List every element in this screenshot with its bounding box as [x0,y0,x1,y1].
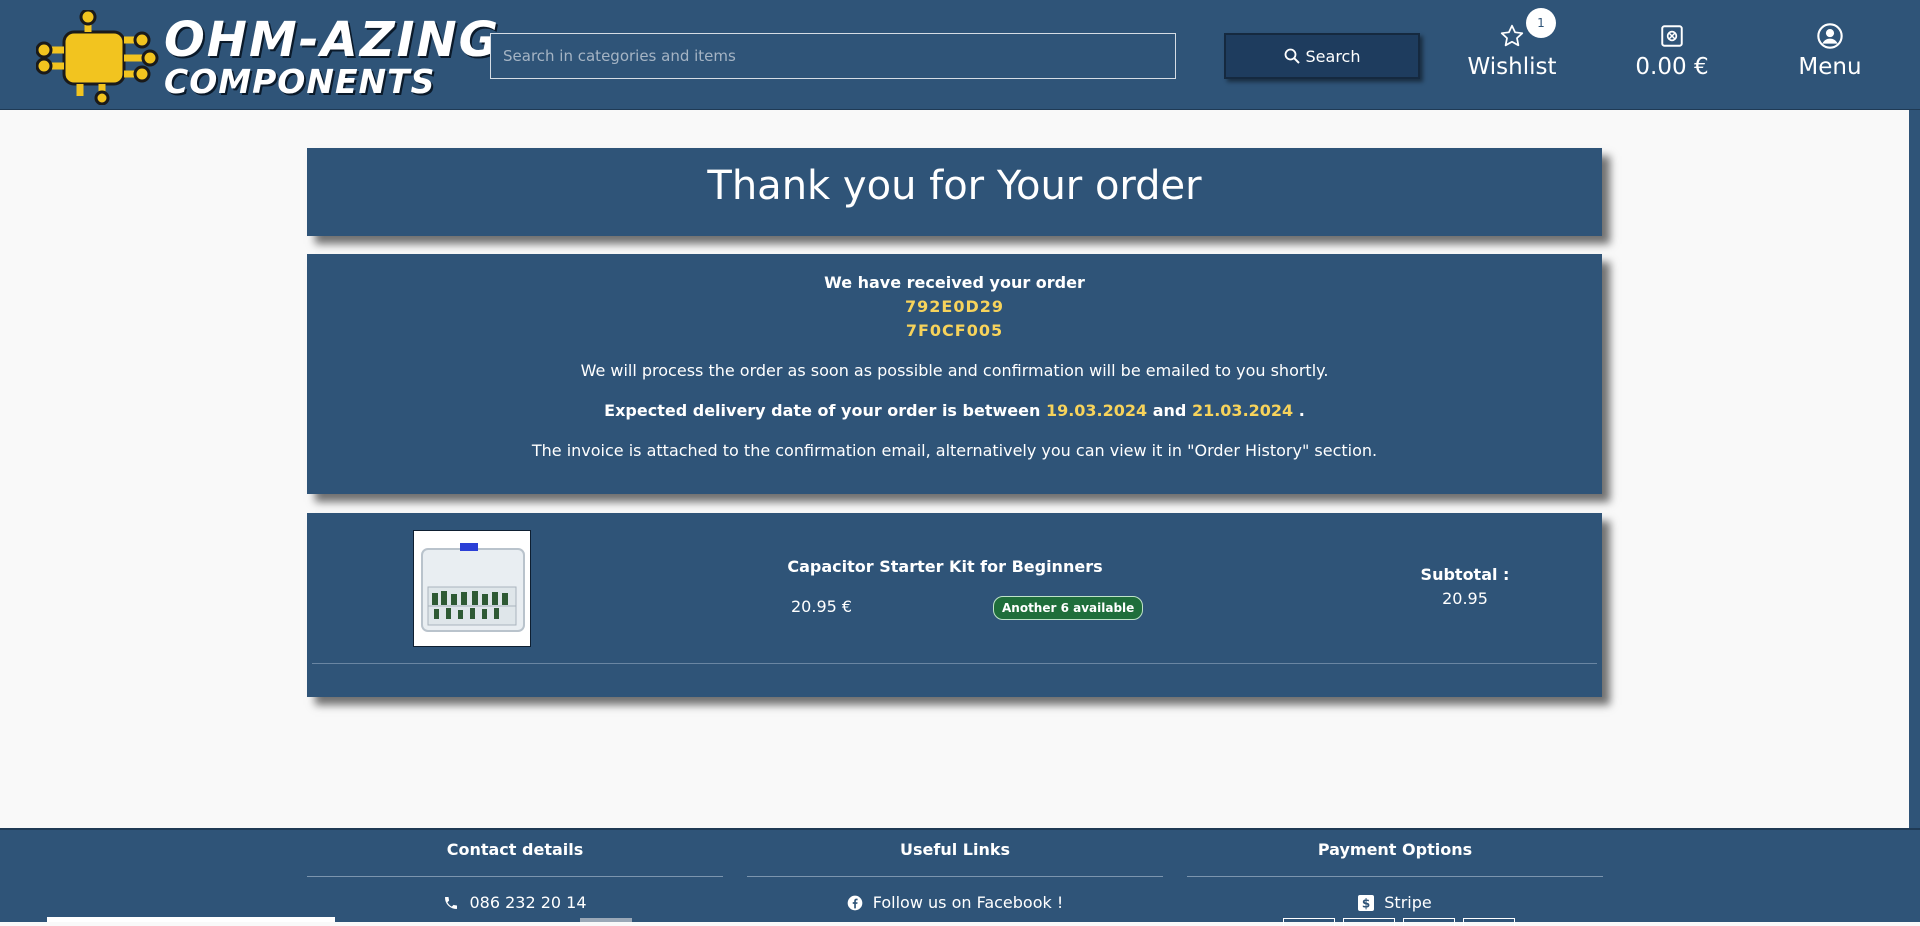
logo-text-line1: OHM-AZING [164,12,501,68]
delivery-suffix: . [1298,401,1305,420]
taskbar-fragment [580,918,632,922]
cart-total: 0.00 € [1635,54,1709,80]
footer-facebook-label: Follow us on Facebook ! [872,893,1064,912]
delivery-to-date: 21.03.2024 [1191,401,1294,420]
delivery-and: and [1152,401,1187,420]
footer-stripe-option[interactable]: $ Stripe [1187,893,1603,913]
subtotal-value: 20.95 [1442,589,1488,608]
card-icon [1283,918,1335,926]
stock-badge: Another 6 available [993,596,1144,620]
user-circle-icon [1817,23,1843,49]
site-header: OHM-AZING COMPONENTS Search 1 Wishlist [0,0,1920,110]
search-icon [1284,48,1300,64]
order-received-heading: We have received your order [824,273,1085,292]
footer-facebook-link[interactable]: Follow us on Facebook ! [747,893,1163,913]
wishlist-button[interactable]: 1 Wishlist [1462,8,1562,92]
taskbar-fragment [47,917,335,922]
footer-phone: 086 232 20 14 [469,893,587,912]
footer-divider [1187,876,1603,877]
cart-button[interactable]: 0.00 € [1622,20,1722,92]
cart-icon [1661,25,1683,47]
product-name[interactable]: Capacitor Starter Kit for Beginners [727,557,1163,576]
menu-button[interactable]: Menu [1790,20,1870,92]
subtotal-label: Subtotal : [1420,565,1510,584]
page-title: Thank you for Your order [707,163,1202,209]
product-image[interactable] [413,530,531,647]
footer-phone-link[interactable]: 086 232 20 14 [307,893,723,913]
facebook-icon [847,895,863,911]
delivery-prefix: Expected delivery date of your order is … [604,401,1041,420]
order-confirmation-panel: We have received your order 792E0D29 7F0… [307,254,1602,494]
order-code: 7F0CF005 [905,321,1004,340]
card-icon [1403,918,1455,926]
phone-icon [445,897,458,909]
footer-contact-heading: Contact details [446,840,584,859]
delivery-from-date: 19.03.2024 [1045,401,1148,420]
page-scrollbar[interactable] [1909,110,1920,828]
footer-payment-heading: Payment Options [1317,840,1473,859]
footer-links-heading: Useful Links [899,840,1010,859]
order-title-panel: Thank you for Your order [307,148,1602,236]
site-footer: Contact details 086 232 20 14 Useful Lin… [0,828,1920,926]
footer-divider [747,876,1163,877]
site-logo[interactable]: OHM-AZING COMPONENTS [36,10,498,105]
footer-links-column: Useful Links Follow us on Facebook ! [747,830,1163,924]
process-message: We will process the order as soon as pos… [580,361,1329,380]
card-icon [1463,918,1515,926]
wishlist-label: Wishlist [1467,54,1557,80]
footer-stripe-label: Stripe [1384,893,1432,912]
menu-label: Menu [1798,54,1862,80]
wishlist-count-badge: 1 [1526,8,1556,38]
stripe-icon: $ [1358,895,1375,911]
svg-text:$: $ [1362,897,1370,911]
delivery-date-line: Expected delivery date of your order is … [307,399,1602,423]
search-button-label: Search [1305,46,1361,66]
logo-text-line2: COMPONENTS [164,62,436,101]
payment-card-icons [1283,918,1515,926]
search-button[interactable]: Search [1224,33,1420,79]
capacitor-kit-thumbnail [414,531,530,646]
footer-divider [307,876,723,877]
search-input[interactable] [490,33,1176,79]
invoice-message: The invoice is attached to the confirmat… [531,441,1378,460]
circuit-chip-logo-icon [36,10,159,105]
order-items-panel: Capacitor Starter Kit for Beginners 20.9… [307,513,1602,697]
footer-payment-column: Payment Options $ Stripe [1187,830,1603,926]
star-icon [1500,24,1524,47]
footer-contact-column: Contact details 086 232 20 14 [307,830,723,924]
order-divider [312,663,1597,664]
order-code: 792E0D29 [904,297,1004,316]
product-price: 20.95 € [791,597,853,616]
card-icon [1343,918,1395,926]
